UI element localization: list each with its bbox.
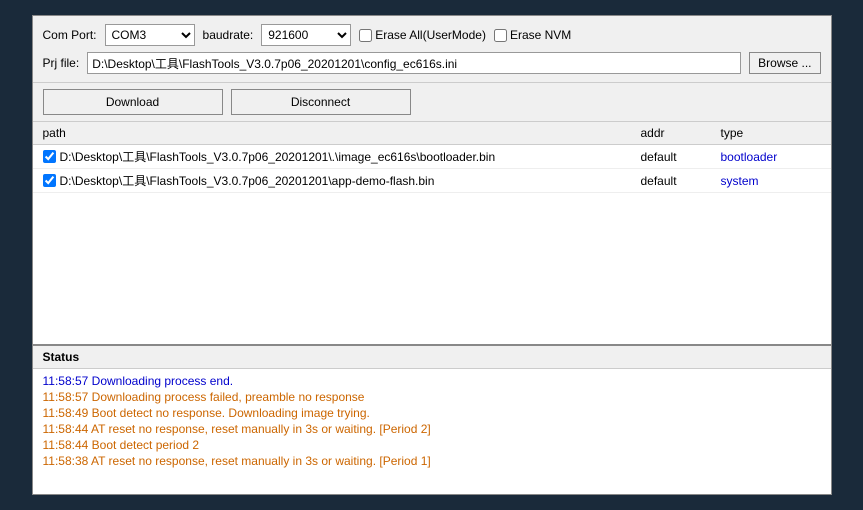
- table-row: D:\Desktop\工具\FlashTools_V3.0.7p06_20201…: [33, 145, 831, 169]
- status-line: 11:58:44 AT reset no response, reset man…: [43, 421, 821, 437]
- baudrate-label: baudrate:: [203, 28, 254, 42]
- download-button[interactable]: Download: [43, 89, 223, 115]
- main-window: Com Port: COM3 COM1 COM2 COM4 baudrate: …: [32, 15, 832, 495]
- status-line: 11:58:38 AT reset no response, reset man…: [43, 453, 821, 469]
- toolbar: Com Port: COM3 COM1 COM2 COM4 baudrate: …: [33, 16, 831, 83]
- erase-all-label: Erase All(UserMode): [375, 28, 486, 42]
- row-path-text-1: D:\Desktop\工具\FlashTools_V3.0.7p06_20201…: [60, 148, 496, 165]
- erase-all-checkbox[interactable]: [359, 29, 372, 42]
- status-line: 11:58:57 Downloading process failed, pre…: [43, 389, 821, 405]
- status-line: 11:58:44 Boot detect period 2: [43, 437, 821, 453]
- row-checkbox-2[interactable]: [43, 174, 56, 187]
- baudrate-select[interactable]: 921600 115200 9600: [261, 24, 351, 46]
- row-path-2: D:\Desktop\工具\FlashTools_V3.0.7p06_20201…: [43, 172, 641, 189]
- row-addr-2: default: [641, 174, 721, 188]
- status-panel: Status 11:58:57 Downloading process end.…: [33, 344, 831, 494]
- table-row: D:\Desktop\工具\FlashTools_V3.0.7p06_20201…: [33, 169, 831, 193]
- col-type-header: type: [721, 126, 821, 140]
- action-buttons-row: Download Disconnect: [33, 83, 831, 122]
- comport-select[interactable]: COM3 COM1 COM2 COM4: [105, 24, 195, 46]
- row-path-text-2: D:\Desktop\工具\FlashTools_V3.0.7p06_20201…: [60, 172, 435, 189]
- top-row: Com Port: COM3 COM1 COM2 COM4 baudrate: …: [43, 24, 821, 46]
- prj-input[interactable]: [87, 52, 741, 74]
- erase-nvm-checkbox[interactable]: [494, 29, 507, 42]
- row-type-2: system: [721, 174, 821, 188]
- erase-all-checkbox-label[interactable]: Erase All(UserMode): [359, 28, 486, 42]
- status-header: Status: [33, 346, 831, 369]
- comport-label: Com Port:: [43, 28, 97, 42]
- file-table: path addr type D:\Desktop\工具\FlashTools_…: [33, 122, 831, 344]
- browse-button[interactable]: Browse ...: [749, 52, 820, 74]
- status-content[interactable]: 11:58:57 Downloading process end. 11:58:…: [33, 369, 831, 494]
- col-path-header: path: [43, 126, 641, 140]
- disconnect-button[interactable]: Disconnect: [231, 89, 411, 115]
- row-path-1: D:\Desktop\工具\FlashTools_V3.0.7p06_20201…: [43, 148, 641, 165]
- prj-label: Prj file:: [43, 56, 80, 70]
- status-line: 11:58:57 Downloading process end.: [43, 373, 821, 389]
- row-type-1: bootloader: [721, 150, 821, 164]
- erase-nvm-checkbox-label[interactable]: Erase NVM: [494, 28, 571, 42]
- row-addr-1: default: [641, 150, 721, 164]
- prj-row: Prj file: Browse ...: [43, 52, 821, 74]
- row-checkbox-1[interactable]: [43, 150, 56, 163]
- status-line: 11:58:49 Boot detect no response. Downlo…: [43, 405, 821, 421]
- erase-nvm-label: Erase NVM: [510, 28, 571, 42]
- table-header: path addr type: [33, 122, 831, 145]
- col-addr-header: addr: [641, 126, 721, 140]
